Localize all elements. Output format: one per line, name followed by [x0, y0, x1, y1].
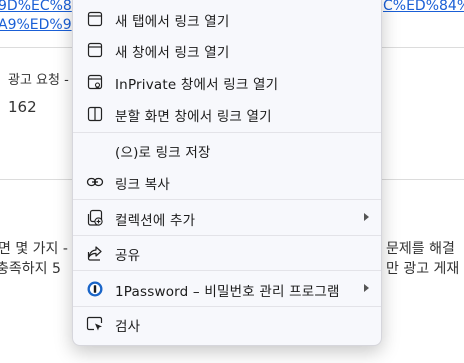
onepassword-icon: [86, 280, 104, 298]
new-tab-icon: [86, 10, 104, 28]
paragraph-fragment: 만 광고 게재: [386, 261, 460, 277]
menu-item-open-new-window[interactable]: 새 창에서 링크 열기: [73, 34, 381, 66]
menu-item-label: 공유: [115, 248, 141, 264]
paragraph-fragment: 문제를 해결: [386, 241, 455, 257]
context-menu: 새 탭에서 링크 열기 새 창에서 링크 열기 InPrivate 창에서 링크…: [72, 0, 382, 346]
submenu-arrow-icon: [364, 213, 369, 221]
menu-item-1password[interactable]: 1Password – 비밀번호 관리 프로그램: [73, 273, 381, 305]
url-link-fragment[interactable]: A9%ED%9: [0, 17, 72, 33]
inspect-icon: [86, 315, 104, 333]
menu-item-label: 새 창에서 링크 열기: [115, 45, 230, 61]
menu-item-label: 1Password – 비밀번호 관리 프로그램: [115, 284, 340, 300]
link-icon: [86, 173, 104, 191]
url-link-fragment[interactable]: 9D%EC%8: [0, 0, 72, 14]
menu-separator: [73, 132, 381, 133]
menu-separator: [73, 199, 381, 200]
menu-item-inspect[interactable]: 검사: [73, 308, 381, 340]
paragraph-fragment: 충족하지 5: [0, 261, 61, 277]
row-value: 162: [8, 98, 37, 116]
menu-item-label: 분할 화면 창에서 링크 열기: [115, 109, 272, 125]
menu-item-open-split-screen[interactable]: 분할 화면 창에서 링크 열기: [73, 98, 381, 130]
menu-item-label: (으)로 링크 저장: [115, 145, 211, 161]
url-link-fragment[interactable]: C%ED%84%: [383, 0, 464, 14]
new-window-icon: [86, 41, 104, 59]
menu-item-label: 검사: [115, 319, 141, 335]
split-screen-icon: [86, 105, 104, 123]
menu-item-share[interactable]: 공유: [73, 237, 381, 269]
menu-item-label: 컬렉션에 추가: [115, 213, 196, 229]
menu-item-open-new-tab[interactable]: 새 탭에서 링크 열기: [73, 3, 381, 35]
row-label: 광고 요청 -: [8, 73, 69, 88]
menu-item-label: InPrivate 창에서 링크 열기: [115, 77, 279, 93]
menu-separator: [73, 306, 381, 307]
collections-icon: [86, 209, 104, 227]
menu-separator: [73, 235, 381, 236]
submenu-arrow-icon: [364, 284, 369, 292]
menu-item-open-inprivate[interactable]: InPrivate 창에서 링크 열기: [73, 66, 381, 98]
menu-item-save-link-as[interactable]: (으)로 링크 저장: [73, 134, 381, 166]
menu-item-label: 새 탭에서 링크 열기: [115, 14, 230, 30]
share-icon: [86, 244, 104, 262]
menu-item-label: 링크 복사: [115, 177, 170, 193]
menu-item-add-to-collections[interactable]: 컬렉션에 추가: [73, 202, 381, 234]
menu-separator: [73, 270, 381, 271]
menu-item-copy-link[interactable]: 링크 복사: [73, 166, 381, 198]
paragraph-fragment: 면 몇 가지 -: [0, 241, 68, 257]
inprivate-window-icon: [86, 73, 104, 91]
